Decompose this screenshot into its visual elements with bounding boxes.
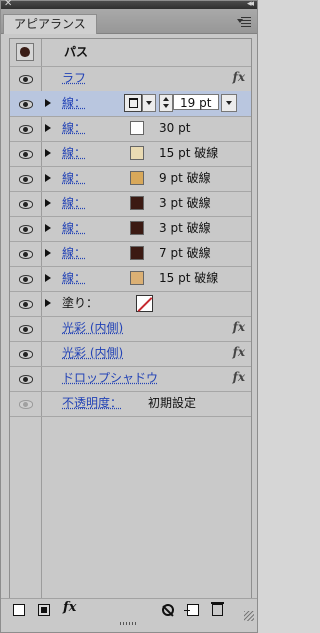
disclosure-triangle-icon[interactable] (45, 99, 51, 107)
clear-appearance-icon[interactable] (162, 604, 174, 616)
weight-stepper[interactable] (159, 94, 173, 112)
disclosure-triangle-icon[interactable] (45, 149, 51, 157)
eye-icon[interactable] (19, 175, 33, 184)
stroke-row[interactable]: 線： 9 pt 破線 (10, 166, 251, 192)
fill-row[interactable]: 塗り： (10, 291, 251, 317)
stroke-swatch[interactable] (130, 221, 144, 235)
fx-icon[interactable]: fx (233, 345, 245, 359)
tab-appearance[interactable]: アピアランス (3, 14, 97, 34)
add-effect-fx-icon[interactable]: fx (63, 600, 81, 615)
resize-grip-icon[interactable] (244, 611, 254, 621)
duplicate-item-icon[interactable] (184, 604, 199, 616)
stroke-row[interactable]: 線： 15 pt 破線 (10, 141, 251, 167)
stroke-row[interactable]: 線： 7 pt 破線 (10, 241, 251, 267)
disclosure-triangle-icon[interactable] (45, 249, 51, 257)
eye-icon[interactable] (19, 200, 33, 209)
stroke-row[interactable]: 線： 15 pt 破線 (10, 266, 251, 292)
stroke-value: 15 pt 破線 (159, 271, 219, 285)
eye-icon[interactable] (19, 150, 33, 159)
object-title: パス (64, 45, 89, 59)
stroke-value: 15 pt 破線 (159, 146, 219, 160)
disclosure-triangle-icon[interactable] (45, 199, 51, 207)
stroke-label[interactable]: 線： (62, 195, 86, 211)
eye-icon[interactable] (19, 400, 33, 409)
stroke-value: 3 pt 破線 (159, 196, 211, 210)
panel-footer-toolbar: fx (1, 598, 257, 621)
stroke-swatch[interactable] (130, 271, 144, 285)
stroke-label[interactable]: 線： (62, 120, 86, 136)
stroke-row-selected[interactable]: 線： 19 pt (10, 91, 251, 117)
stroke-swatch[interactable] (130, 171, 144, 185)
stroke-label[interactable]: 線： (62, 170, 86, 186)
stroke-label[interactable]: 線： (62, 220, 86, 236)
stroke-row[interactable]: 線： 3 pt 破線 (10, 191, 251, 217)
stroke-row[interactable]: 線： 30 pt (10, 116, 251, 142)
stroke-controls: 19 pt (124, 94, 239, 112)
disclosure-triangle-icon[interactable] (45, 224, 51, 232)
effect-label[interactable]: ラフ (62, 70, 86, 86)
stroke-label[interactable]: 線： (62, 270, 86, 286)
disclosure-triangle-icon[interactable] (45, 274, 51, 282)
eye-icon[interactable] (19, 300, 33, 309)
fill-none-swatch[interactable] (136, 295, 153, 312)
disclosure-triangle-icon[interactable] (45, 174, 51, 182)
eye-icon[interactable] (19, 75, 33, 84)
tab-bar: アピアランス (1, 9, 257, 34)
effect-row-inner-glow[interactable]: 光彩 (内側) fx (10, 316, 251, 342)
opacity-value: 初期設定 (148, 396, 197, 410)
opacity-label[interactable]: 不透明度： (62, 395, 122, 411)
stroke-weight-input[interactable]: 19 pt (173, 94, 219, 110)
effect-label[interactable]: 光彩 (内側) (62, 320, 123, 336)
stroke-swatch[interactable] (130, 246, 144, 260)
effect-row-drop-shadow[interactable]: ドロップシャドウ fx (10, 366, 251, 392)
stroke-color-icon[interactable] (124, 94, 142, 112)
path-thumbnail-icon (16, 43, 34, 61)
stroke-value: 9 pt 破線 (159, 171, 211, 185)
stroke-value: 30 pt (159, 121, 191, 135)
effect-label[interactable]: 光彩 (内側) (62, 345, 123, 361)
stroke-label[interactable]: 線： (62, 95, 86, 111)
stroke-weight-dropdown[interactable] (221, 94, 237, 112)
disclosure-triangle-icon[interactable] (45, 299, 51, 307)
fx-icon[interactable]: fx (233, 320, 245, 334)
effect-row-rough[interactable]: ラフ fx (10, 66, 251, 92)
effect-label[interactable]: ドロップシャドウ (62, 370, 158, 386)
appearance-list: パス ラフ fx 線： 19 pt 線： 30 pt 線： 15 pt 破線 線… (9, 38, 252, 600)
eye-icon[interactable] (19, 100, 33, 109)
stroke-color-dropdown[interactable] (142, 94, 156, 112)
disclosure-triangle-icon[interactable] (45, 124, 51, 132)
eye-icon[interactable] (19, 275, 33, 284)
fill-label: 塗り： (62, 296, 99, 310)
panel-titlebar: ✕ ◂◂ (1, 0, 257, 9)
eye-icon[interactable] (19, 250, 33, 259)
eye-icon[interactable] (19, 225, 33, 234)
fx-icon[interactable]: fx (233, 370, 245, 384)
stroke-value: 7 pt 破線 (159, 246, 211, 260)
appearance-panel: ✕ ◂◂ アピアランス パス ラフ fx 線： 19 pt 線： 30 pt 線… (0, 0, 258, 633)
fx-icon[interactable]: fx (233, 70, 245, 84)
stroke-swatch[interactable] (130, 121, 144, 135)
panel-menu-icon[interactable] (237, 17, 251, 27)
delete-item-icon[interactable] (211, 602, 224, 616)
eye-icon[interactable] (19, 325, 33, 334)
effect-row-inner-glow[interactable]: 光彩 (内側) fx (10, 341, 251, 367)
stroke-label[interactable]: 線： (62, 145, 86, 161)
header-row: パス (10, 39, 251, 67)
stroke-row[interactable]: 線： 3 pt 破線 (10, 216, 251, 242)
bottom-handle-icon[interactable] (120, 622, 138, 625)
eye-icon[interactable] (19, 375, 33, 384)
stroke-label[interactable]: 線： (62, 245, 86, 261)
stroke-swatch[interactable] (130, 196, 144, 210)
add-new-stroke-icon[interactable] (13, 604, 25, 616)
stroke-swatch[interactable] (130, 146, 144, 160)
stroke-value: 3 pt 破線 (159, 221, 211, 235)
eye-icon[interactable] (19, 125, 33, 134)
add-new-fill-icon[interactable] (38, 604, 50, 616)
opacity-row[interactable]: 不透明度： 初期設定 (10, 391, 251, 417)
eye-icon[interactable] (19, 350, 33, 359)
